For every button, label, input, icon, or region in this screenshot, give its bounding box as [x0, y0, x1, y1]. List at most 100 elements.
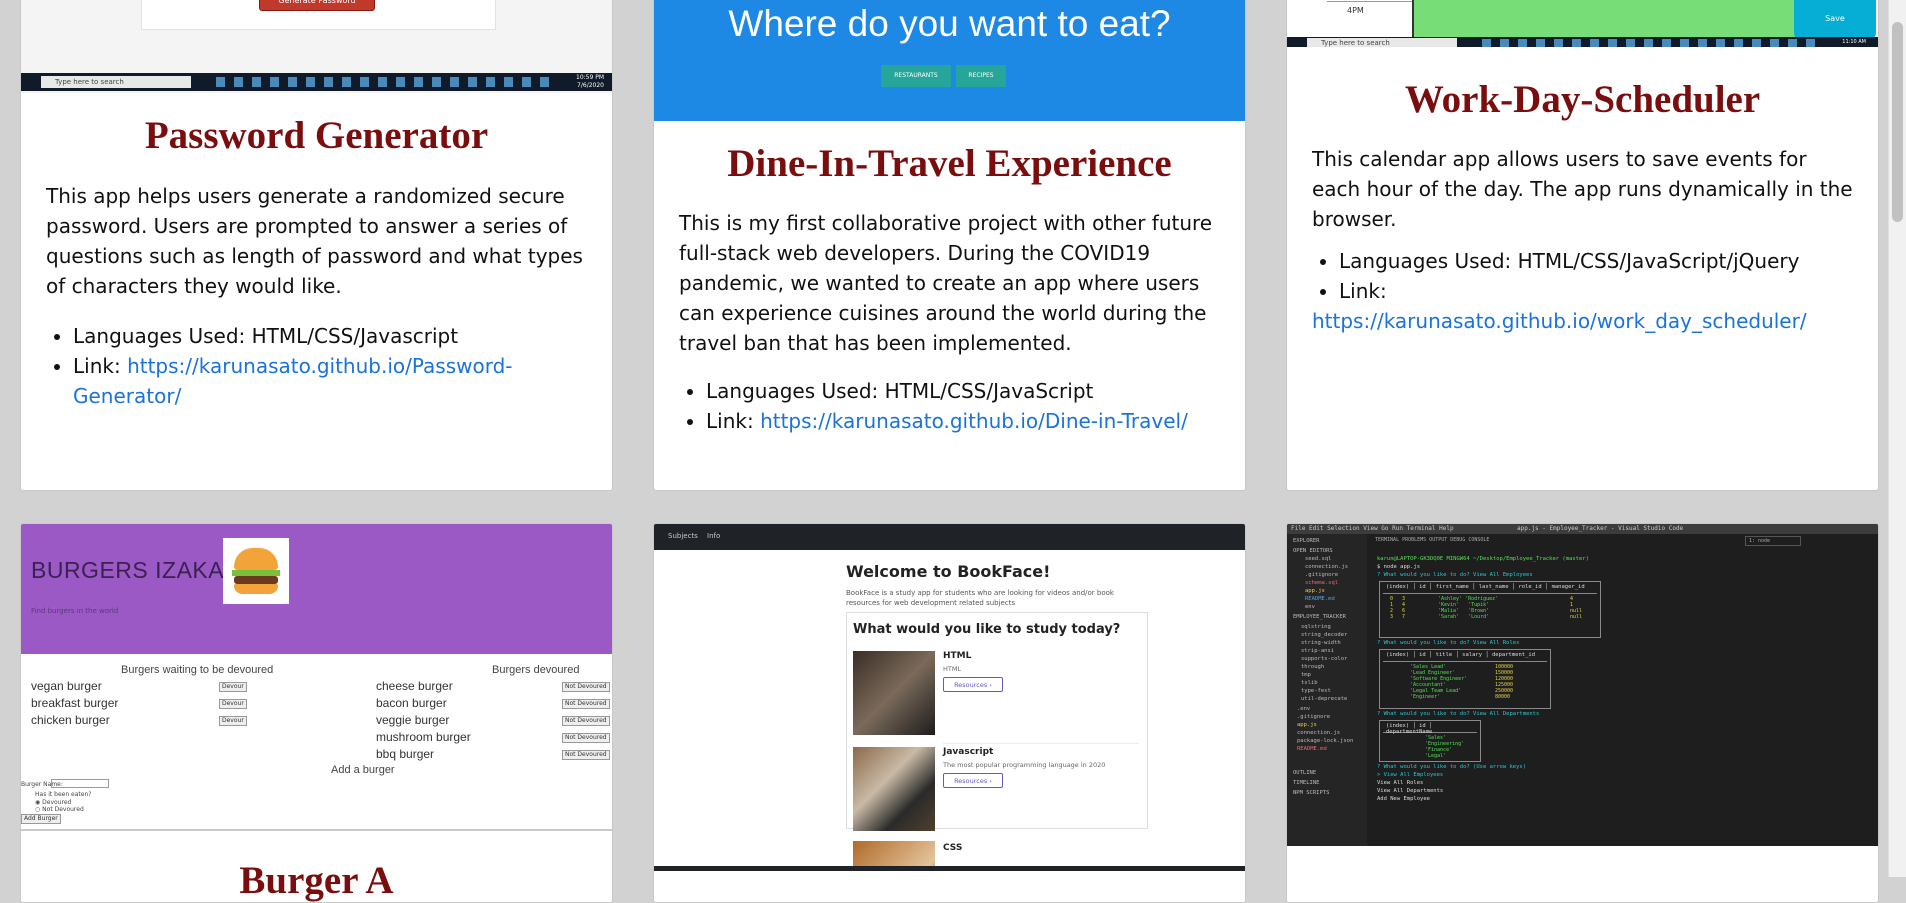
project-link-item: Link: https://karunasato.github.io/work_…	[1312, 276, 1853, 336]
project-description: This app helps users generate a randomiz…	[46, 184, 583, 298]
study-panel-title: What would you like to study today?	[853, 622, 1121, 637]
scrollbar-thumb[interactable]	[1892, 22, 1903, 222]
resources-button: Resources ›	[943, 677, 1003, 692]
project-link[interactable]: https://karunasato.github.io/Dine-in-Tra…	[760, 409, 1188, 433]
devoured-burger: mushroom burger	[376, 730, 471, 744]
devoured-burger: cheese burger	[376, 679, 453, 693]
project-title: Dine-In-Travel Experience	[727, 142, 1172, 185]
taskbar-app-icons	[216, 77, 556, 87]
departments-table: (index) │ id │ departmentName 'Sales' 'En…	[1379, 720, 1481, 762]
resources-button: Resources ›	[943, 773, 1003, 788]
project-screenshot[interactable]: Generate Password Type here to search 10…	[21, 0, 612, 93]
burger-logo	[223, 538, 289, 604]
taskbar-search: Type here to search	[41, 76, 191, 88]
project-screenshot[interactable]: File Edit Selection View Go Run Terminal…	[1287, 524, 1878, 846]
project-details: Languages Used: HTML/CSS/JavaScript/jQue…	[1312, 246, 1853, 336]
project-card-burger: BURGERS IZAKAYA Find burgers in the worl…	[20, 523, 613, 903]
vscode-menubar: File Edit Selection View Go Run Terminal…	[1287, 524, 1878, 534]
project-link[interactable]: https://karunasato.github.io/work_day_sc…	[1312, 309, 1807, 333]
not-devoured-button: Not Devoured	[562, 699, 610, 709]
burger-name-input	[51, 779, 109, 788]
burger-app-subtitle: Find burgers in the world	[31, 607, 119, 615]
javascript-thumbnail	[853, 747, 935, 831]
devoured-radio: ◉ Devoured	[35, 799, 72, 806]
project-description: This calendar app allows users to save e…	[1312, 147, 1853, 231]
page-scrollbar[interactable]	[1888, 0, 1906, 877]
subject-desc: HTML	[943, 665, 962, 673]
waiting-burger: chicken burger	[31, 713, 110, 727]
nav-info: Info	[707, 532, 721, 540]
project-card-password-generator: Generate Password Type here to search 10…	[20, 0, 613, 491]
project-details: Languages Used: HTML/CSS/JavaScript Link…	[679, 376, 1220, 436]
project-card-employee-tracker: File Edit Selection View Go Run Terminal…	[1286, 523, 1879, 903]
hour-label: 4PM	[1347, 6, 1364, 15]
employees-table: (index) │ id │ first_name │ last_name │ …	[1379, 581, 1601, 638]
screenshot-headline: Where do you want to eat?	[728, 3, 1171, 44]
terminal-tabs: TERMINAL PROBLEMS OUTPUT DEBUG CONSOLE 1…	[1375, 534, 1878, 546]
subject-name: Javascript	[943, 747, 994, 757]
recipes-button: RECIPES	[956, 65, 1006, 87]
devoured-burger: bacon burger	[376, 696, 447, 710]
restaurants-button: RESTAURANTS	[881, 65, 951, 87]
screenshot-bottom-bar	[654, 866, 1245, 871]
project-title: Burger A	[239, 859, 394, 902]
project-card-bookface: Subjects Info Welcome to BookFace! BookF…	[653, 523, 1246, 903]
window-title: app.js - Employee_Tracker - Visual Studi…	[1517, 525, 1684, 532]
project-screenshot[interactable]: BURGERS IZAKAYA Find burgers in the worl…	[21, 524, 612, 829]
not-devoured-button: Not Devoured	[562, 716, 610, 726]
project-screenshot[interactable]: Where do you want to eat? RESTAURANTS RE…	[654, 0, 1245, 121]
waiting-burger: vegan burger	[31, 679, 102, 693]
vscode-window: File Edit Selection View Go Run Terminal…	[1287, 524, 1878, 846]
event-textarea	[1413, 0, 1828, 41]
bookface-title: Welcome to BookFace!	[846, 562, 1051, 581]
burger-app-title: BURGERS IZAKAYA	[31, 557, 253, 583]
devoured-heading: Burgers devoured	[492, 664, 580, 676]
eaten-question: Has it been eaten?	[35, 791, 92, 798]
study-panel: What would you like to study today? HTML…	[846, 612, 1148, 869]
windows-taskbar: Type here to search 11:10 AM	[1287, 37, 1878, 47]
taskbar-search: Type here to search	[1307, 38, 1457, 47]
project-link[interactable]: https://karunasato.github.io/Password-Ge…	[73, 354, 513, 408]
separator	[943, 743, 1139, 744]
windows-taskbar: Type here to search 10:59 PM 7/6/2020	[21, 73, 612, 91]
html-thumbnail	[853, 651, 935, 735]
project-card-dine-in-travel: Where do you want to eat? RESTAURANTS RE…	[653, 0, 1246, 491]
project-languages: Languages Used: HTML/CSS/JavaScript/jQue…	[1339, 246, 1853, 276]
subject-name: HTML	[943, 651, 972, 661]
project-screenshot[interactable]: Subjects Info Welcome to BookFace! BookF…	[654, 524, 1245, 869]
taskbar-clock: 11:10 AM	[1842, 39, 1866, 45]
not-devoured-button: Not Devoured	[562, 733, 610, 743]
project-languages: Languages Used: HTML/CSS/JavaScript	[706, 376, 1220, 406]
not-devoured-button: Not Devoured	[562, 750, 610, 760]
project-languages: Languages Used: HTML/CSS/Javascript	[73, 321, 587, 351]
bookface-intro: BookFace is a study app for students who…	[846, 589, 1114, 607]
save-button: Save	[1794, 0, 1876, 39]
screenshot-divider	[21, 829, 612, 831]
project-title: Password Generator	[144, 114, 489, 157]
taskbar-clock: 10:59 PM 7/6/2020	[576, 74, 604, 89]
css-thumbnail	[853, 841, 935, 869]
nav-subjects: Subjects	[668, 532, 698, 540]
taskbar-app-icons	[1482, 39, 1822, 47]
project-card-work-day-scheduler: 4PM Save Type here to search 11:10 AM Wo…	[1286, 0, 1879, 491]
not-devoured-radio: ○ Not Devoured	[35, 806, 84, 813]
subject-name: CSS	[943, 843, 963, 853]
vscode-explorer: EXPLORER OPEN EDITORS seed.sql connectio…	[1287, 534, 1367, 846]
devour-button: Devour	[219, 716, 247, 726]
roles-table: (index) │ id │ title │ salary │ departme…	[1379, 649, 1551, 709]
project-link-item: Link: https://karunasato.github.io/Passw…	[73, 351, 587, 411]
generate-password-button: Generate Password	[259, 0, 375, 11]
devoured-burger: bbq burger	[376, 747, 435, 761]
bookface-navbar: Subjects Info	[654, 524, 1245, 550]
vscode-terminal: TERMINAL PROBLEMS OUTPUT DEBUG CONSOLE 1…	[1375, 534, 1878, 846]
devour-button: Devour	[219, 699, 247, 709]
waiting-heading: Burgers waiting to be devoured	[121, 664, 274, 676]
subject-desc: The most popular programming language in…	[943, 761, 1106, 769]
devoured-burger: veggie burger	[376, 713, 450, 727]
project-screenshot[interactable]: 4PM Save Type here to search 11:10 AM	[1287, 0, 1878, 47]
project-details: Languages Used: HTML/CSS/Javascript Link…	[46, 321, 587, 411]
burger-header: BURGERS IZAKAYA Find burgers in the worl…	[21, 524, 612, 654]
waiting-burger: breakfast burger	[31, 696, 119, 710]
project-title: Work-Day-Scheduler	[1404, 78, 1761, 121]
project-description: This is my first collaborative project w…	[679, 211, 1213, 355]
